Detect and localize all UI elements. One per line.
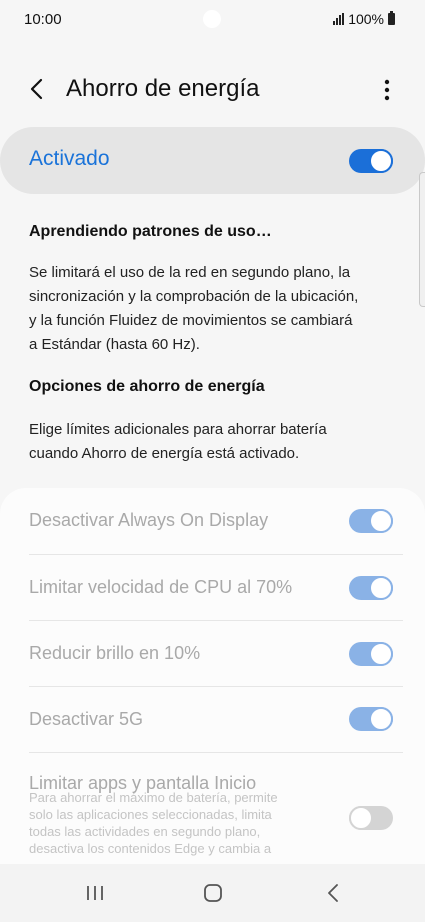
limit-apps-toggle[interactable]: [349, 806, 393, 830]
home-button[interactable]: [195, 878, 231, 908]
option-row-limit-apps[interactable]: Limitar apps y pantalla Inicio Para ahor…: [0, 753, 425, 873]
learning-line: Se limitará el uso de la red en segundo …: [29, 264, 351, 281]
battery-icon: [388, 11, 395, 25]
status-time: 10:00: [24, 11, 62, 28]
page-title: Ahorro de energía: [66, 75, 260, 102]
navigation-bar: [0, 864, 425, 922]
option-label: Limitar velocidad de CPU al 70%: [29, 577, 293, 597]
option-row-cpu-limit[interactable]: Limitar velocidad de CPU al 70%: [0, 555, 425, 621]
option-description-line: solo las aplicaciones seleccionadas, lim…: [29, 807, 272, 822]
option-row-5g[interactable]: Desactivar 5G: [0, 687, 425, 753]
toggle-knob: [369, 707, 393, 731]
option-label: Desactivar Always On Display: [29, 510, 269, 530]
back-nav-icon: [328, 884, 338, 902]
chevron-left-icon: [30, 78, 43, 100]
master-switch-row[interactable]: Activado: [0, 127, 425, 194]
back-button[interactable]: [20, 72, 54, 106]
learning-heading: Aprendiendo patrones de uso…: [29, 223, 272, 240]
toggle-knob: [369, 509, 393, 533]
back-nav-button[interactable]: [315, 878, 351, 908]
more-options-button[interactable]: [373, 74, 401, 106]
recent-apps-icon: [87, 886, 103, 900]
status-bar: 10:00 100%: [0, 0, 425, 40]
options-heading: Opciones de ahorro de energía: [29, 378, 265, 395]
brightness-toggle[interactable]: [349, 642, 393, 666]
master-toggle[interactable]: [349, 149, 393, 173]
learning-line: a Estándar (hasta 60 Hz).: [29, 336, 200, 353]
cpu-limit-toggle[interactable]: [349, 576, 393, 600]
5g-toggle[interactable]: [349, 707, 393, 731]
always-on-display-toggle[interactable]: [349, 509, 393, 533]
options-card: Desactivar Always On Display Limitar vel…: [0, 488, 425, 922]
signal-icon: [333, 13, 345, 25]
recent-apps-button[interactable]: [77, 878, 113, 908]
home-icon: [204, 884, 222, 902]
option-description-line: todas las actividades en segundo plano,: [29, 824, 261, 839]
options-line: Elige límites adicionales para ahorrar b…: [29, 421, 327, 438]
toggle-knob: [369, 642, 393, 666]
option-label: Reducir brillo en 10%: [29, 643, 201, 663]
more-vert-icon: [384, 79, 390, 101]
option-description-line: Para ahorrar el máximo de batería, permi…: [29, 790, 278, 805]
option-description-line: desactiva los contenidos Edge y cambia a: [29, 841, 272, 856]
toggle-knob: [369, 576, 393, 600]
learning-description: Se limitará el uso de la red en segundo …: [29, 261, 399, 357]
status-icons: 100%: [333, 11, 395, 27]
option-row-brightness[interactable]: Reducir brillo en 10%: [0, 621, 425, 687]
camera-cutout: [203, 10, 221, 28]
scrollbar[interactable]: [419, 172, 425, 307]
learning-line: y la función Fluidez de movimientos se c…: [29, 312, 353, 329]
master-switch-label: Activado: [29, 147, 110, 170]
toggle-knob: [369, 149, 393, 173]
app-header: Ahorro de energía: [0, 60, 425, 120]
option-label: Desactivar 5G: [29, 709, 144, 729]
option-description: Para ahorrar el máximo de batería, permi…: [29, 789, 329, 857]
options-description: Elige límites adicionales para ahorrar b…: [29, 418, 399, 466]
learning-line: sincronización y la comprobación de la u…: [29, 288, 359, 305]
options-line: cuando Ahorro de energía está activado.: [29, 445, 300, 462]
battery-percent: 100%: [348, 11, 384, 27]
toggle-knob: [349, 806, 373, 830]
option-row-always-on-display[interactable]: Desactivar Always On Display: [0, 488, 425, 554]
